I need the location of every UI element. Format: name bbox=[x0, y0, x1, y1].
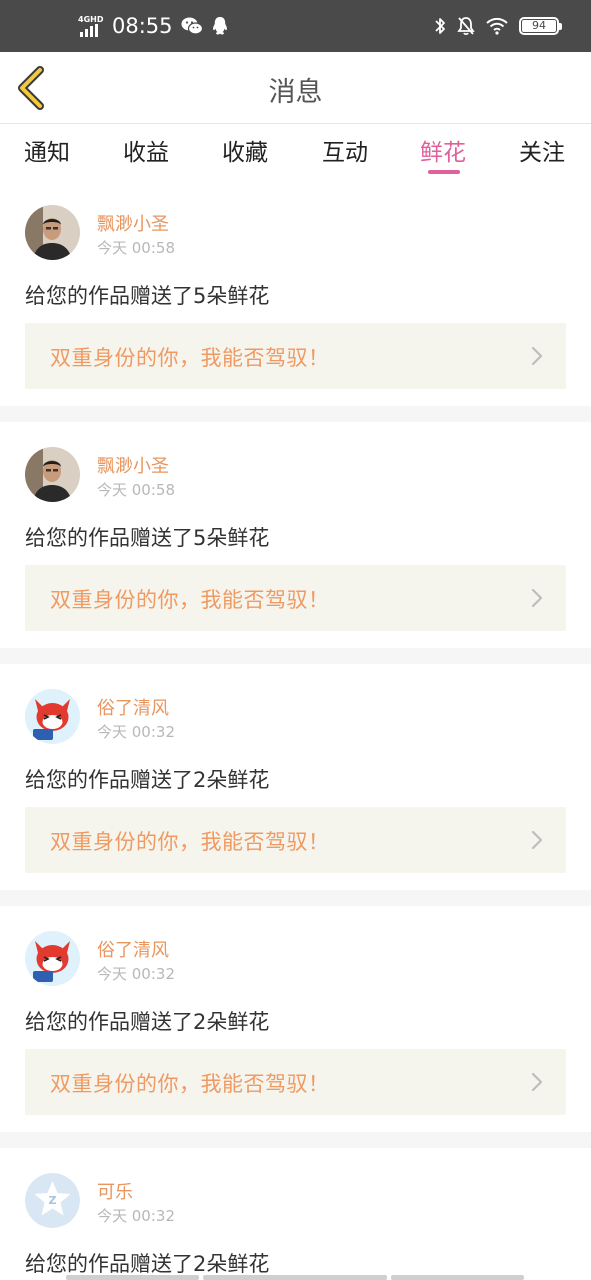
divider bbox=[0, 648, 591, 664]
list-item: 飘渺小圣 今天 00:58 给您的作品赠送了5朵鲜花 双重身份的你，我能否驾驭！ bbox=[0, 422, 591, 648]
work-link[interactable]: 双重身份的你，我能否驾驭！ bbox=[25, 323, 566, 389]
wifi-icon bbox=[486, 17, 508, 35]
signal-icon: 4GHD bbox=[78, 15, 104, 37]
list-item: Z 可乐 今天 00:32 给您的作品赠送了2朵鲜花 bbox=[0, 1148, 591, 1280]
work-link[interactable]: 双重身份的你，我能否驾驭！ bbox=[25, 565, 566, 631]
divider bbox=[0, 406, 591, 422]
work-link[interactable]: 双重身份的你，我能否驾驭！ bbox=[25, 1049, 566, 1115]
username[interactable]: 飘渺小圣 bbox=[97, 210, 169, 236]
message-time: 今天 00:32 bbox=[97, 965, 175, 983]
tab-bar: 通知 收益 收藏 互动 鲜花 关注 bbox=[0, 125, 591, 180]
default-star-avatar-icon: Z bbox=[25, 1173, 80, 1228]
svg-text:Z: Z bbox=[49, 1194, 57, 1207]
work-link[interactable]: 双重身份的你，我能否驾驭！ bbox=[25, 807, 566, 873]
message-text: 给您的作品赠送了5朵鲜花 bbox=[25, 284, 270, 308]
message-text: 给您的作品赠送了2朵鲜花 bbox=[25, 1010, 270, 1034]
status-left: 4GHD 08:55 bbox=[78, 14, 229, 38]
man-photo-avatar-icon bbox=[25, 205, 80, 260]
message-time: 今天 00:32 bbox=[97, 1207, 175, 1225]
message-time: 今天 00:58 bbox=[97, 481, 175, 499]
cartoon-fox-avatar-icon bbox=[25, 689, 80, 744]
chevron-right-icon bbox=[531, 1072, 543, 1092]
cartoon-fox-avatar-icon bbox=[25, 931, 80, 986]
avatar[interactable] bbox=[25, 931, 80, 986]
tab-follows[interactable]: 关注 bbox=[519, 133, 565, 167]
tab-earnings[interactable]: 收益 bbox=[123, 133, 169, 167]
username[interactable]: 俗了清风 bbox=[97, 694, 169, 720]
tab-notifications[interactable]: 通知 bbox=[24, 133, 70, 167]
message-text: 给您的作品赠送了5朵鲜花 bbox=[25, 526, 270, 550]
status-bar: 4GHD 08:55 94 bbox=[0, 0, 591, 52]
work-title: 双重身份的你，我能否驾驭！ bbox=[50, 830, 330, 854]
network-type-label: 4GHD bbox=[78, 15, 104, 24]
status-right: 94 bbox=[433, 16, 562, 36]
message-time: 今天 00:32 bbox=[97, 723, 175, 741]
bluetooth-icon bbox=[435, 18, 445, 34]
list-item: 飘渺小圣 今天 00:58 给您的作品赠送了5朵鲜花 双重身份的你，我能否驾驭！ bbox=[0, 180, 591, 406]
username[interactable]: 飘渺小圣 bbox=[97, 452, 169, 478]
mute-bell-icon bbox=[457, 17, 475, 35]
qq-icon bbox=[212, 17, 227, 35]
username[interactable]: 俗了清风 bbox=[97, 936, 169, 962]
message-time: 今天 00:58 bbox=[97, 239, 175, 257]
battery-indicator: 94 bbox=[519, 17, 562, 35]
list-item: 俗了清风 今天 00:32 给您的作品赠送了2朵鲜花 双重身份的你，我能否驾驭！ bbox=[0, 906, 591, 1132]
work-title: 双重身份的你，我能否驾驭！ bbox=[50, 1072, 330, 1096]
avatar[interactable]: Z bbox=[25, 1173, 80, 1228]
avatar[interactable] bbox=[25, 447, 80, 502]
bottom-indicator bbox=[66, 1275, 524, 1280]
battery-level: 94 bbox=[532, 19, 546, 32]
divider bbox=[0, 1132, 591, 1148]
avatar[interactable] bbox=[25, 205, 80, 260]
chevron-right-icon bbox=[531, 346, 543, 366]
username[interactable]: 可乐 bbox=[97, 1178, 133, 1204]
divider bbox=[0, 890, 591, 906]
work-title: 双重身份的你，我能否驾驭！ bbox=[50, 346, 330, 370]
message-text: 给您的作品赠送了2朵鲜花 bbox=[25, 768, 270, 792]
message-text: 给您的作品赠送了2朵鲜花 bbox=[25, 1252, 270, 1276]
work-title: 双重身份的你，我能否驾驭！ bbox=[50, 588, 330, 612]
active-tab-indicator bbox=[428, 170, 460, 174]
man-photo-avatar-icon bbox=[25, 447, 80, 502]
list-item: 俗了清风 今天 00:32 给您的作品赠送了2朵鲜花 双重身份的你，我能否驾驭！ bbox=[0, 664, 591, 890]
page-title: 消息 bbox=[268, 77, 323, 108]
tab-flowers[interactable]: 鲜花 bbox=[420, 133, 466, 167]
chevron-right-icon bbox=[531, 588, 543, 608]
app-header: 消息 bbox=[0, 52, 591, 124]
chevron-right-icon bbox=[531, 830, 543, 850]
wechat-icon bbox=[181, 17, 203, 35]
avatar[interactable] bbox=[25, 689, 80, 744]
tab-interactions[interactable]: 互动 bbox=[322, 133, 368, 167]
status-time: 08:55 bbox=[112, 14, 173, 38]
tab-favorites[interactable]: 收藏 bbox=[222, 133, 268, 167]
